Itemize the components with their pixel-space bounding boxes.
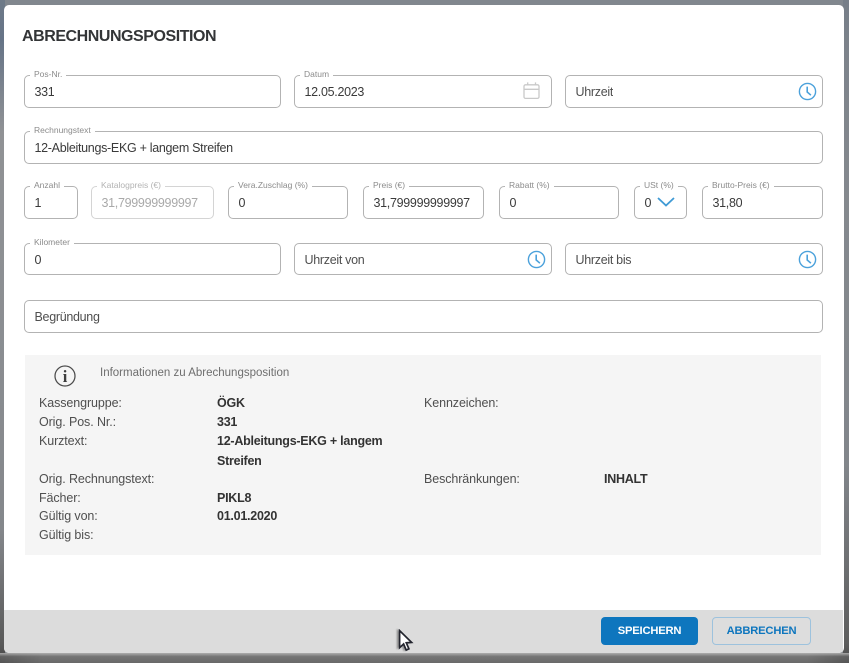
svg-text:i: i bbox=[63, 367, 68, 386]
